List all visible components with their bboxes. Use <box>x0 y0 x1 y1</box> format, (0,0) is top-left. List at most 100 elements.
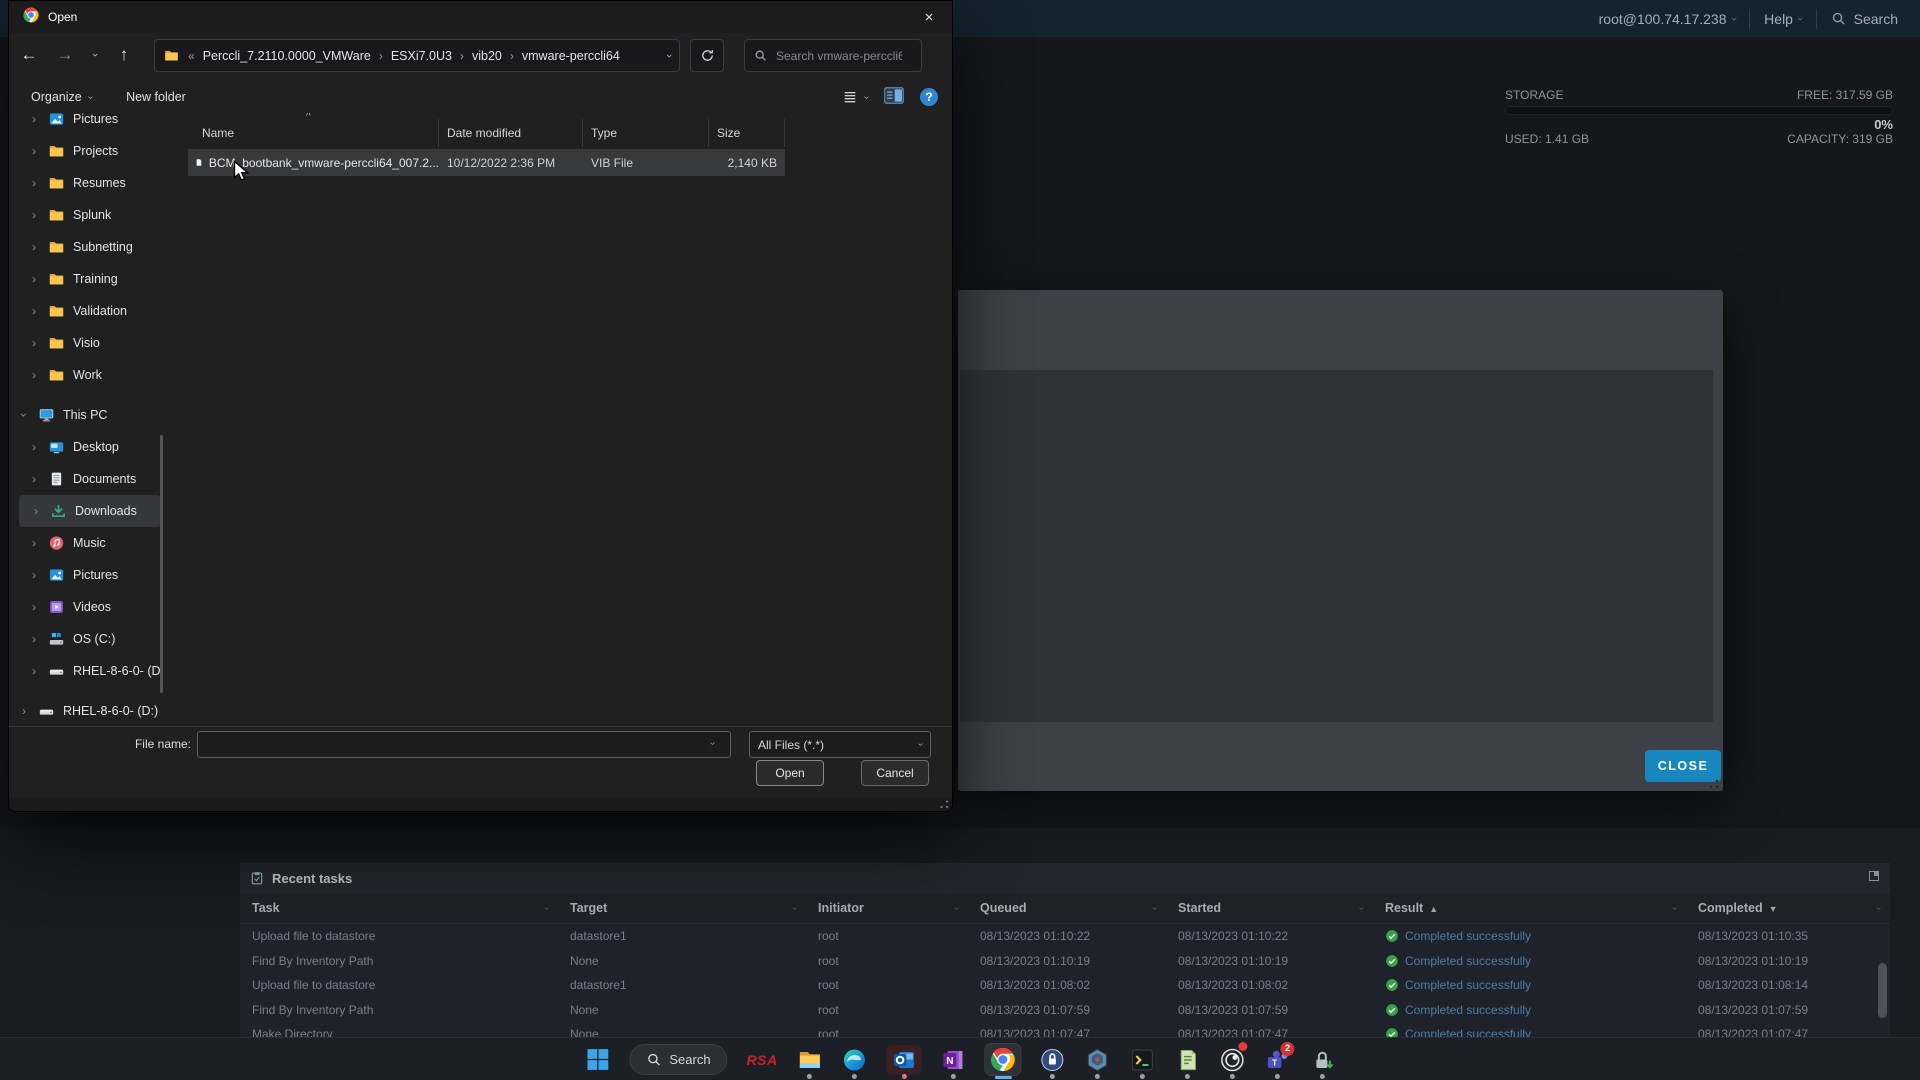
expand-panel-icon[interactable] <box>1868 869 1880 887</box>
open-button[interactable]: Open <box>756 760 824 786</box>
breadcrumb-dropdown-icon[interactable]: › <box>663 54 675 58</box>
column-header-result[interactable]: Result ▲ › <box>1373 893 1686 923</box>
sidebar-item-documents[interactable]: › Documents <box>29 463 189 495</box>
chevron-right-icon[interactable]: › <box>29 336 39 350</box>
chevron-right-icon[interactable]: › <box>19 704 29 718</box>
close-window-icon[interactable]: × <box>906 1 952 33</box>
column-header-started[interactable]: Started › <box>1166 893 1373 923</box>
chevron-right-icon[interactable]: › <box>29 664 39 678</box>
sidebar-item-this-pc[interactable]: › This PC <box>17 399 179 431</box>
column-header-date-modified[interactable]: Date modified <box>439 119 583 147</box>
sidebar-item-subnetting[interactable]: › Subnetting <box>29 231 189 263</box>
up-button[interactable]: ↑ <box>109 45 139 65</box>
chevron-right-icon[interactable]: › <box>29 368 39 382</box>
dialog-title-bar[interactable]: Open × <box>9 1 952 33</box>
view-mode-button[interactable]: › <box>842 89 872 105</box>
breadcrumb-segment[interactable]: Perccli_7.2110.0000_VMWare <box>203 49 371 63</box>
close-button[interactable]: CLOSE <box>1645 750 1721 782</box>
breadcrumb-segment[interactable]: vmware-perccli64 <box>522 49 620 63</box>
sidebar-item-resumes[interactable]: › Resumes <box>29 167 189 199</box>
file-type-select[interactable]: All Files (*.*) › <box>749 731 931 758</box>
recent-locations-chevron-icon[interactable]: › <box>81 49 109 61</box>
chevron-right-icon[interactable]: › <box>29 472 39 486</box>
taskbar-taskbar-search[interactable]: Search <box>629 1040 728 1080</box>
taskbar-secure-transfer-button[interactable] <box>1310 1040 1336 1080</box>
taskbar-rsa[interactable]: RSA <box>747 1040 778 1080</box>
tasks-scrollbar[interactable] <box>1878 963 1887 1018</box>
resize-grip-icon[interactable] <box>940 800 949 809</box>
file-name-input[interactable] <box>197 731 731 758</box>
chevron-right-icon[interactable]: › <box>29 536 39 550</box>
column-header-completed[interactable]: Completed ▼ › <box>1686 893 1890 923</box>
cancel-button[interactable]: Cancel <box>861 760 929 786</box>
help-button[interactable]: ? <box>920 88 938 106</box>
sidebar-item-visio[interactable]: › Visio <box>29 327 189 359</box>
taskbar-windows-start[interactable] <box>584 1040 610 1080</box>
chevron-down-icon[interactable]: › <box>707 742 718 745</box>
column-header-task[interactable]: Task › <box>240 893 558 923</box>
chevron-right-icon[interactable]: › <box>29 600 39 614</box>
taskbar-file-explorer-button[interactable] <box>797 1040 823 1080</box>
dialog-search[interactable] <box>744 39 922 72</box>
organize-menu[interactable]: Organize › <box>31 90 96 104</box>
taskbar-outlook-button[interactable] <box>886 1040 922 1080</box>
column-header-size[interactable]: Size <box>709 119 785 147</box>
taskbar-chrome-button[interactable] <box>984 1040 1022 1080</box>
column-header-target[interactable]: Target › <box>558 893 806 923</box>
chevron-down-icon[interactable]: › <box>1669 906 1680 909</box>
breadcrumb-overflow-icon[interactable]: « <box>188 49 203 63</box>
sidebar-item-work[interactable]: › Work <box>29 359 189 391</box>
breadcrumb-segment[interactable]: ESXi7.0U3 <box>391 49 452 63</box>
sidebar-item-rhel-8-6-0-d[interactable]: › RHEL-8-6-0- (D:) <box>19 695 179 726</box>
chevron-right-icon[interactable]: › <box>29 240 39 254</box>
new-folder-button[interactable]: New folder <box>126 90 186 104</box>
column-header-initiator[interactable]: Initiator › <box>806 893 968 923</box>
sidebar-item-validation[interactable]: › Validation <box>29 295 189 327</box>
sidebar-item-music[interactable]: › Music <box>29 527 189 559</box>
taskbar-terminal-button[interactable] <box>1130 1040 1156 1080</box>
chevron-right-icon[interactable]: › <box>29 304 39 318</box>
esxi-search[interactable]: Search <box>1831 11 1898 27</box>
sidebar-item-desktop[interactable]: › Desktop <box>29 431 189 463</box>
chevron-down-icon[interactable]: › <box>789 906 800 909</box>
sidebar-item-splunk[interactable]: › Splunk <box>29 199 189 231</box>
chevron-down-icon[interactable]: › <box>1356 906 1367 909</box>
search-input[interactable] <box>774 47 904 64</box>
help-menu[interactable]: Help › <box>1764 11 1806 27</box>
chevron-right-icon[interactable]: › <box>29 632 39 646</box>
taskbar-keepass-button[interactable] <box>1040 1040 1066 1080</box>
chevron-right-icon[interactable]: › <box>29 208 39 222</box>
task-row[interactable]: Find By Inventory Path None root 08/13/2023… <box>240 998 1890 1023</box>
sidebar-item-videos[interactable]: › Videos <box>29 591 189 623</box>
chevron-right-icon[interactable]: › <box>29 568 39 582</box>
sidebar-item-projects[interactable]: › Projects <box>29 135 189 167</box>
chevron-right-icon[interactable]: › <box>31 504 41 518</box>
back-button[interactable]: ← <box>9 45 49 65</box>
sidebar-item-rhel-8-6-0-d[interactable]: › RHEL-8-6-0- (D <box>29 655 189 687</box>
forward-button[interactable]: → <box>49 45 81 65</box>
preview-pane-button[interactable] <box>884 87 904 107</box>
sidebar-item-pictures[interactable]: › Pictures <box>29 559 189 591</box>
chevron-down-icon[interactable]: › <box>1873 906 1884 909</box>
taskbar-edge-button[interactable] <box>842 1040 868 1080</box>
chevron-down-icon[interactable]: › <box>17 410 31 420</box>
breadcrumb-segment[interactable]: vib20 <box>472 49 502 63</box>
sidebar-item-pictures[interactable]: › Pictures <box>29 113 189 135</box>
task-row[interactable]: Find By Inventory Path None root 08/13/2023… <box>240 949 1890 974</box>
resize-grip-icon[interactable] <box>1709 779 1719 789</box>
chevron-right-icon[interactable]: › <box>29 272 39 286</box>
chevron-down-icon[interactable]: › <box>951 906 962 909</box>
chevron-down-icon[interactable]: › <box>541 906 552 909</box>
task-row[interactable]: Upload file to datastore datastore1 root 08… <box>240 973 1890 998</box>
chevron-down-icon[interactable]: › <box>1149 906 1160 909</box>
column-header-queued[interactable]: Queued › <box>968 893 1166 923</box>
taskbar-obs-button[interactable] <box>1220 1040 1248 1080</box>
refresh-button[interactable] <box>690 39 724 72</box>
breadcrumb[interactable]: « Perccli_7.2110.0000_VMWare › ESXi7.0U3 › v… <box>154 39 680 72</box>
chevron-right-icon[interactable]: › <box>29 113 39 126</box>
sidebar-scrollbar[interactable] <box>160 435 163 693</box>
sidebar-item-os-c[interactable]: › OS (C:) <box>29 623 189 655</box>
task-row[interactable]: Make Directory None root 08/13/2023 01:07:4… <box>240 1022 1890 1037</box>
chevron-right-icon[interactable]: › <box>29 440 39 454</box>
column-header-name[interactable]: Name <box>188 119 439 147</box>
